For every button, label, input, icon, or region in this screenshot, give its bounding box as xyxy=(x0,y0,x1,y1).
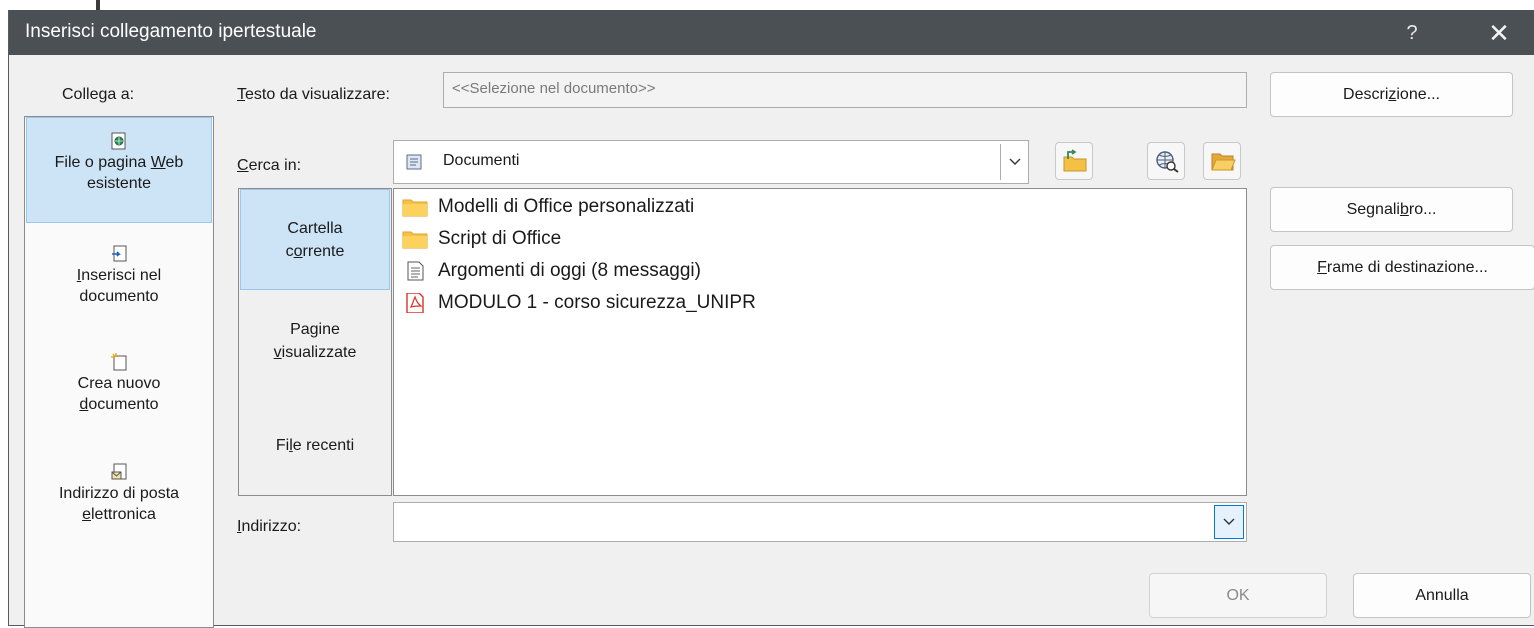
look-in-dropdown-arrow[interactable] xyxy=(1000,144,1028,180)
window-edge-strip xyxy=(96,0,100,10)
text-to-display-field[interactable]: <<Selezione nel documento>> xyxy=(443,72,1247,108)
list-item[interactable]: MODULO 1 - corso sicurezza_UNIPR xyxy=(402,287,756,319)
tab-recent-files[interactable]: File recenti xyxy=(239,434,391,457)
nav-email-address[interactable]: Indirizzo di posta elettronica xyxy=(25,463,213,525)
dialog-title: Inserisci collegamento ipertestuale xyxy=(25,21,317,42)
place-in-document-icon xyxy=(112,245,127,262)
folder-icon xyxy=(402,199,428,217)
list-item[interactable]: Argomenti di oggi (8 messaggi) xyxy=(402,255,701,287)
nav-existing-file-or-web-page[interactable]: File o pagina Web esistente xyxy=(26,117,212,223)
new-document-icon xyxy=(111,353,127,371)
link-to-label: Collega a: xyxy=(62,86,135,103)
nav-item-label: documento xyxy=(79,288,159,305)
nav-place-in-document[interactable]: Inserisci nel documento xyxy=(25,245,213,307)
screentip-button[interactable]: Descrizione... xyxy=(1270,72,1513,117)
ok-button[interactable]: OK xyxy=(1149,573,1327,618)
dialog-titlebar: Inserisci collegamento ipertestuale ? ✕ xyxy=(9,10,1534,55)
address-label: Indirizzo: xyxy=(237,518,302,535)
link-to-panel: File o pagina Web esistente Inserisci ne… xyxy=(24,116,214,628)
nav-item-label: File o pagina xyxy=(54,154,151,171)
nav-item-label: eb xyxy=(165,154,184,171)
close-button[interactable]: ✕ xyxy=(1483,18,1515,48)
browse-file-button[interactable] xyxy=(1203,142,1241,180)
address-dropdown-arrow[interactable] xyxy=(1214,505,1244,539)
nav-item-label: esistente xyxy=(86,175,152,192)
text-file-icon xyxy=(407,261,424,281)
up-one-folder-button[interactable] xyxy=(1055,142,1093,180)
list-item[interactable]: Script di Office xyxy=(402,223,561,255)
web-page-icon xyxy=(111,132,126,150)
look-in-dropdown[interactable]: Documenti xyxy=(393,140,1029,184)
nav-item-label: ocumento xyxy=(88,396,159,413)
email-address-icon xyxy=(111,463,127,480)
look-in-value: Documenti xyxy=(443,152,520,169)
browse-category-tabs: Cartella corrente Pagine visualizzate Fi… xyxy=(238,188,392,496)
nav-item-label: Crea nuovo xyxy=(77,375,161,392)
nav-item-accesskey: e xyxy=(82,506,91,523)
up-folder-icon xyxy=(1063,149,1087,172)
tab-current-folder[interactable]: Cartella corrente xyxy=(240,189,390,290)
address-combobox[interactable] xyxy=(393,502,1247,542)
insert-hyperlink-dialog: Inserisci collegamento ipertestuale ? ✕ … xyxy=(8,10,1534,628)
cancel-button[interactable]: Annulla xyxy=(1353,573,1531,618)
nav-item-accesskey: W xyxy=(150,154,166,171)
bookmark-button[interactable]: Segnalibro... xyxy=(1270,187,1513,232)
help-button[interactable]: ? xyxy=(1397,18,1427,48)
list-item[interactable]: Modelli di Office personalizzati xyxy=(402,191,694,223)
browse-web-icon xyxy=(1156,151,1179,173)
documents-folder-icon xyxy=(406,154,422,170)
target-frame-button[interactable]: Frame di destinazione... xyxy=(1270,245,1534,290)
chevron-down-icon xyxy=(1223,518,1235,525)
nav-item-label: nserisci nel xyxy=(81,267,162,284)
file-list[interactable]: Modelli di Office personalizzati Script … xyxy=(393,188,1247,496)
open-folder-icon xyxy=(1211,153,1236,171)
nav-item-label: Indirizzo di posta xyxy=(58,485,180,502)
look-in-label: Cerca in: xyxy=(237,157,302,174)
nav-create-new-document[interactable]: Crea nuovo documento xyxy=(25,353,213,415)
nav-item-accesskey: d xyxy=(79,396,89,413)
tab-browsed-pages[interactable]: Pagine visualizzate xyxy=(239,318,391,364)
pdf-file-icon xyxy=(406,292,424,313)
text-to-display-label: Testo da visualizzare: xyxy=(237,86,390,103)
browse-web-button[interactable] xyxy=(1147,142,1185,180)
folder-icon xyxy=(402,231,428,249)
chevron-down-icon xyxy=(1009,158,1021,165)
nav-item-label: lettronica xyxy=(90,506,156,523)
